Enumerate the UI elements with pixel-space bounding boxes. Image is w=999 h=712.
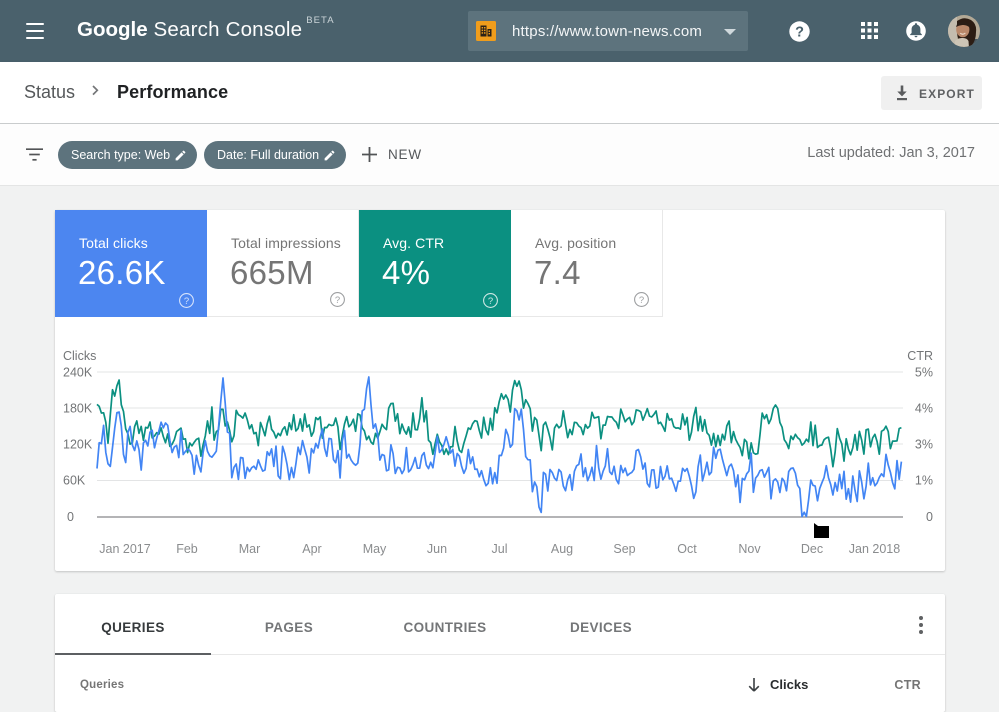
svg-text:Jun: Jun <box>427 542 447 556</box>
svg-text:180K: 180K <box>63 402 93 416</box>
svg-text:Mar: Mar <box>239 542 261 556</box>
svg-text:Aug: Aug <box>551 542 573 556</box>
svg-text:Jan 2018: Jan 2018 <box>849 542 900 556</box>
svg-text:?: ? <box>639 295 644 306</box>
svg-text:Sep: Sep <box>613 542 635 556</box>
svg-text:Jul: Jul <box>492 542 508 556</box>
svg-text:?: ? <box>488 296 493 307</box>
svg-text:0: 0 <box>926 510 933 524</box>
svg-text:5%: 5% <box>915 366 933 380</box>
svg-text:0: 0 <box>67 510 74 524</box>
svg-text:4%: 4% <box>915 402 933 416</box>
svg-text:Nov: Nov <box>738 542 761 556</box>
svg-text:Dec: Dec <box>801 542 823 556</box>
svg-text:?: ? <box>184 296 189 307</box>
svg-text:?: ? <box>335 295 340 306</box>
svg-text:May: May <box>363 542 387 556</box>
svg-text:240K: 240K <box>63 366 93 380</box>
svg-text:1%: 1% <box>915 474 933 488</box>
svg-text:3%: 3% <box>915 438 933 452</box>
svg-text:Feb: Feb <box>176 542 198 556</box>
svg-text:120K: 120K <box>63 438 93 452</box>
svg-text:?: ? <box>795 25 804 41</box>
svg-text:Jan 2017: Jan 2017 <box>99 542 150 556</box>
svg-text:Clicks: Clicks <box>63 349 96 363</box>
svg-text:Oct: Oct <box>677 542 697 556</box>
svg-text:CTR: CTR <box>907 349 933 363</box>
svg-text:Apr: Apr <box>302 542 321 556</box>
svg-text:60K: 60K <box>63 474 86 488</box>
